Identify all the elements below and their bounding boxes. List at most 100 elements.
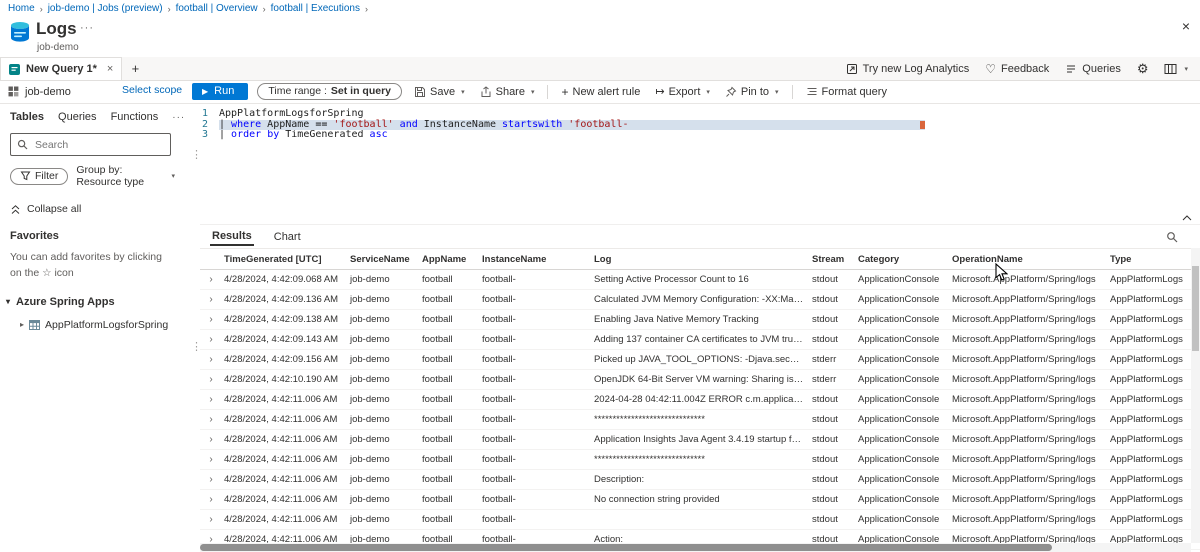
select-scope-link[interactable]: Select scope xyxy=(122,84,182,96)
editor-line-text: | where AppName == 'football' and Instan… xyxy=(219,120,925,131)
close-icon[interactable]: × xyxy=(1182,18,1190,34)
breadcrumb-link[interactable]: Home xyxy=(8,3,35,14)
query-tab[interactable]: New Query 1* × xyxy=(0,57,122,80)
sidebar-tab-tables[interactable]: Tables xyxy=(10,111,44,123)
save-button[interactable]: Save ▾ xyxy=(411,86,468,98)
pin-to-button[interactable]: Pin to ▾ xyxy=(722,86,782,98)
title-more-icon[interactable]: ··· xyxy=(80,22,94,34)
columns-view-button[interactable]: ▾ xyxy=(1164,63,1188,75)
pane-resize-handle[interactable]: ⋮ xyxy=(191,148,202,161)
feedback-button[interactable]: ♡ Feedback xyxy=(985,62,1049,76)
line-number: 1 xyxy=(186,109,219,120)
row-expand-icon[interactable]: › xyxy=(200,334,222,345)
new-tab-button[interactable]: + xyxy=(122,57,148,80)
sidebar-tab-queries[interactable]: Queries xyxy=(58,111,97,123)
tab-chart[interactable]: Chart xyxy=(272,228,303,245)
column-header[interactable]: Log xyxy=(592,254,810,265)
gear-icon[interactable]: ⚙ xyxy=(1137,61,1149,77)
row-expand-icon[interactable]: › xyxy=(200,274,222,285)
horizontal-scrollbar-thumb[interactable] xyxy=(200,544,1052,551)
row-expand-icon[interactable]: › xyxy=(200,354,222,365)
tree-group-azure-spring-apps[interactable]: ▾ Azure Spring Apps xyxy=(6,296,175,308)
row-expand-icon[interactable]: › xyxy=(200,514,222,525)
breadcrumb-separator-icon: › xyxy=(168,4,171,14)
table-row[interactable]: ›4/28/2024, 4:42:09.156 AMjob-demofootba… xyxy=(200,350,1200,370)
search-input[interactable] xyxy=(33,138,164,152)
collapse-all-button[interactable]: Collapse all xyxy=(10,203,175,215)
table-row[interactable]: ›4/28/2024, 4:42:09.136 AMjob-demofootba… xyxy=(200,290,1200,310)
table-row[interactable]: ›4/28/2024, 4:42:11.006 AMjob-demofootba… xyxy=(200,470,1200,490)
sidebar-search[interactable] xyxy=(10,133,171,156)
scope-picker[interactable]: job-demo xyxy=(8,80,71,103)
queries-button[interactable]: Queries xyxy=(1065,63,1121,75)
table-row[interactable]: ›4/28/2024, 4:42:10.190 AMjob-demofootba… xyxy=(200,370,1200,390)
filter-button[interactable]: Filter xyxy=(10,168,68,185)
tab-results[interactable]: Results xyxy=(210,227,254,246)
row-expand-icon[interactable]: › xyxy=(200,414,222,425)
breadcrumb-link[interactable]: football | Executions xyxy=(271,3,360,14)
column-header[interactable]: OperationName xyxy=(950,254,1108,265)
cell: job-demo xyxy=(348,314,420,325)
cell: ApplicationConsole xyxy=(856,334,950,345)
chevron-down-icon: ▾ xyxy=(531,88,535,96)
row-expand-icon[interactable]: › xyxy=(200,434,222,445)
format-query-button[interactable]: Format query xyxy=(803,86,890,98)
group-by-selector[interactable]: Group by: Resource type ▾ xyxy=(76,164,175,188)
row-expand-icon[interactable]: › xyxy=(200,454,222,465)
cell: ApplicationConsole xyxy=(856,294,950,305)
table-row[interactable]: ›4/28/2024, 4:42:11.006 AMjob-demofootba… xyxy=(200,390,1200,410)
table-row[interactable]: ›4/28/2024, 4:42:09.068 AMjob-demofootba… xyxy=(200,270,1200,290)
row-expand-icon[interactable]: › xyxy=(200,374,222,385)
cell: Enabling Java Native Memory Tracking xyxy=(592,314,810,325)
table-row[interactable]: ›4/28/2024, 4:42:11.006 AMjob-demofootba… xyxy=(200,490,1200,510)
time-range-picker[interactable]: Time range : Set in query xyxy=(257,83,402,100)
table-row[interactable]: ›4/28/2024, 4:42:11.006 AMjob-demofootba… xyxy=(200,430,1200,450)
breadcrumb-link[interactable]: job-demo | Jobs (preview) xyxy=(48,3,163,14)
row-expand-icon[interactable]: › xyxy=(200,294,222,305)
row-expand-icon[interactable]: › xyxy=(200,314,222,325)
table-row[interactable]: ›4/28/2024, 4:42:11.006 AMjob-demofootba… xyxy=(200,410,1200,430)
column-header[interactable]: AppName xyxy=(420,254,480,265)
tree-item-appplatformlogsforspring[interactable]: ▸ AppPlatformLogsforSpring xyxy=(20,319,175,331)
collapse-editor-icon[interactable] xyxy=(1182,215,1192,221)
plus-icon: + xyxy=(561,85,568,99)
cell: stdout xyxy=(810,494,856,505)
table-row[interactable]: ›4/28/2024, 4:42:09.143 AMjob-demofootba… xyxy=(200,330,1200,350)
cell: ApplicationConsole xyxy=(856,474,950,485)
query-file-icon xyxy=(9,64,20,75)
vertical-scrollbar-thumb[interactable] xyxy=(1192,266,1199,351)
column-header[interactable]: Stream xyxy=(810,254,856,265)
query-editor[interactable]: 1AppPlatformLogsforSpring2| where AppNam… xyxy=(186,104,1200,229)
cell: job-demo xyxy=(348,474,420,485)
editor-line[interactable]: 2| where AppName == 'football' and Insta… xyxy=(186,120,1200,131)
table-row[interactable]: ›4/28/2024, 4:42:11.006 AMjob-demofootba… xyxy=(200,510,1200,530)
results-search-icon[interactable] xyxy=(1166,231,1178,243)
column-header[interactable]: InstanceName xyxy=(480,254,592,265)
row-expand-icon[interactable]: › xyxy=(200,474,222,485)
horizontal-scrollbar[interactable] xyxy=(200,543,1191,552)
try-new-log-analytics-button[interactable]: Try new Log Analytics xyxy=(846,63,970,75)
table-row[interactable]: ›4/28/2024, 4:42:11.006 AMjob-demofootba… xyxy=(200,450,1200,470)
new-alert-rule-button[interactable]: + New alert rule xyxy=(558,85,643,99)
tab-close-icon[interactable]: × xyxy=(107,63,113,75)
cell: Microsoft.AppPlatform/Spring/logs xyxy=(950,314,1108,325)
sidebar-more-icon[interactable]: ··· xyxy=(172,112,185,123)
breadcrumb-separator-icon: › xyxy=(365,4,368,14)
table-row[interactable]: ›4/28/2024, 4:42:09.138 AMjob-demofootba… xyxy=(200,310,1200,330)
column-header[interactable]: TimeGenerated [UTC] xyxy=(222,254,348,265)
row-expand-icon[interactable]: › xyxy=(200,394,222,405)
column-header[interactable]: ServiceName xyxy=(348,254,420,265)
token-kw: asc xyxy=(370,129,388,140)
editor-line[interactable]: 3| order by TimeGenerated asc xyxy=(186,130,1200,141)
cell: stderr xyxy=(810,374,856,385)
vertical-scrollbar[interactable] xyxy=(1191,248,1200,543)
breadcrumb-link[interactable]: football | Overview xyxy=(176,3,258,14)
row-expand-icon[interactable]: › xyxy=(200,494,222,505)
share-button[interactable]: Share ▾ xyxy=(477,86,538,98)
column-header[interactable]: Type xyxy=(1108,254,1200,265)
run-button[interactable]: ▶ Run xyxy=(192,83,248,100)
export-button[interactable]: ↦ Export ▾ xyxy=(652,85,713,98)
sidebar-tab-functions[interactable]: Functions xyxy=(111,111,159,123)
column-header[interactable]: Category xyxy=(856,254,950,265)
cell: ApplicationConsole xyxy=(856,514,950,525)
